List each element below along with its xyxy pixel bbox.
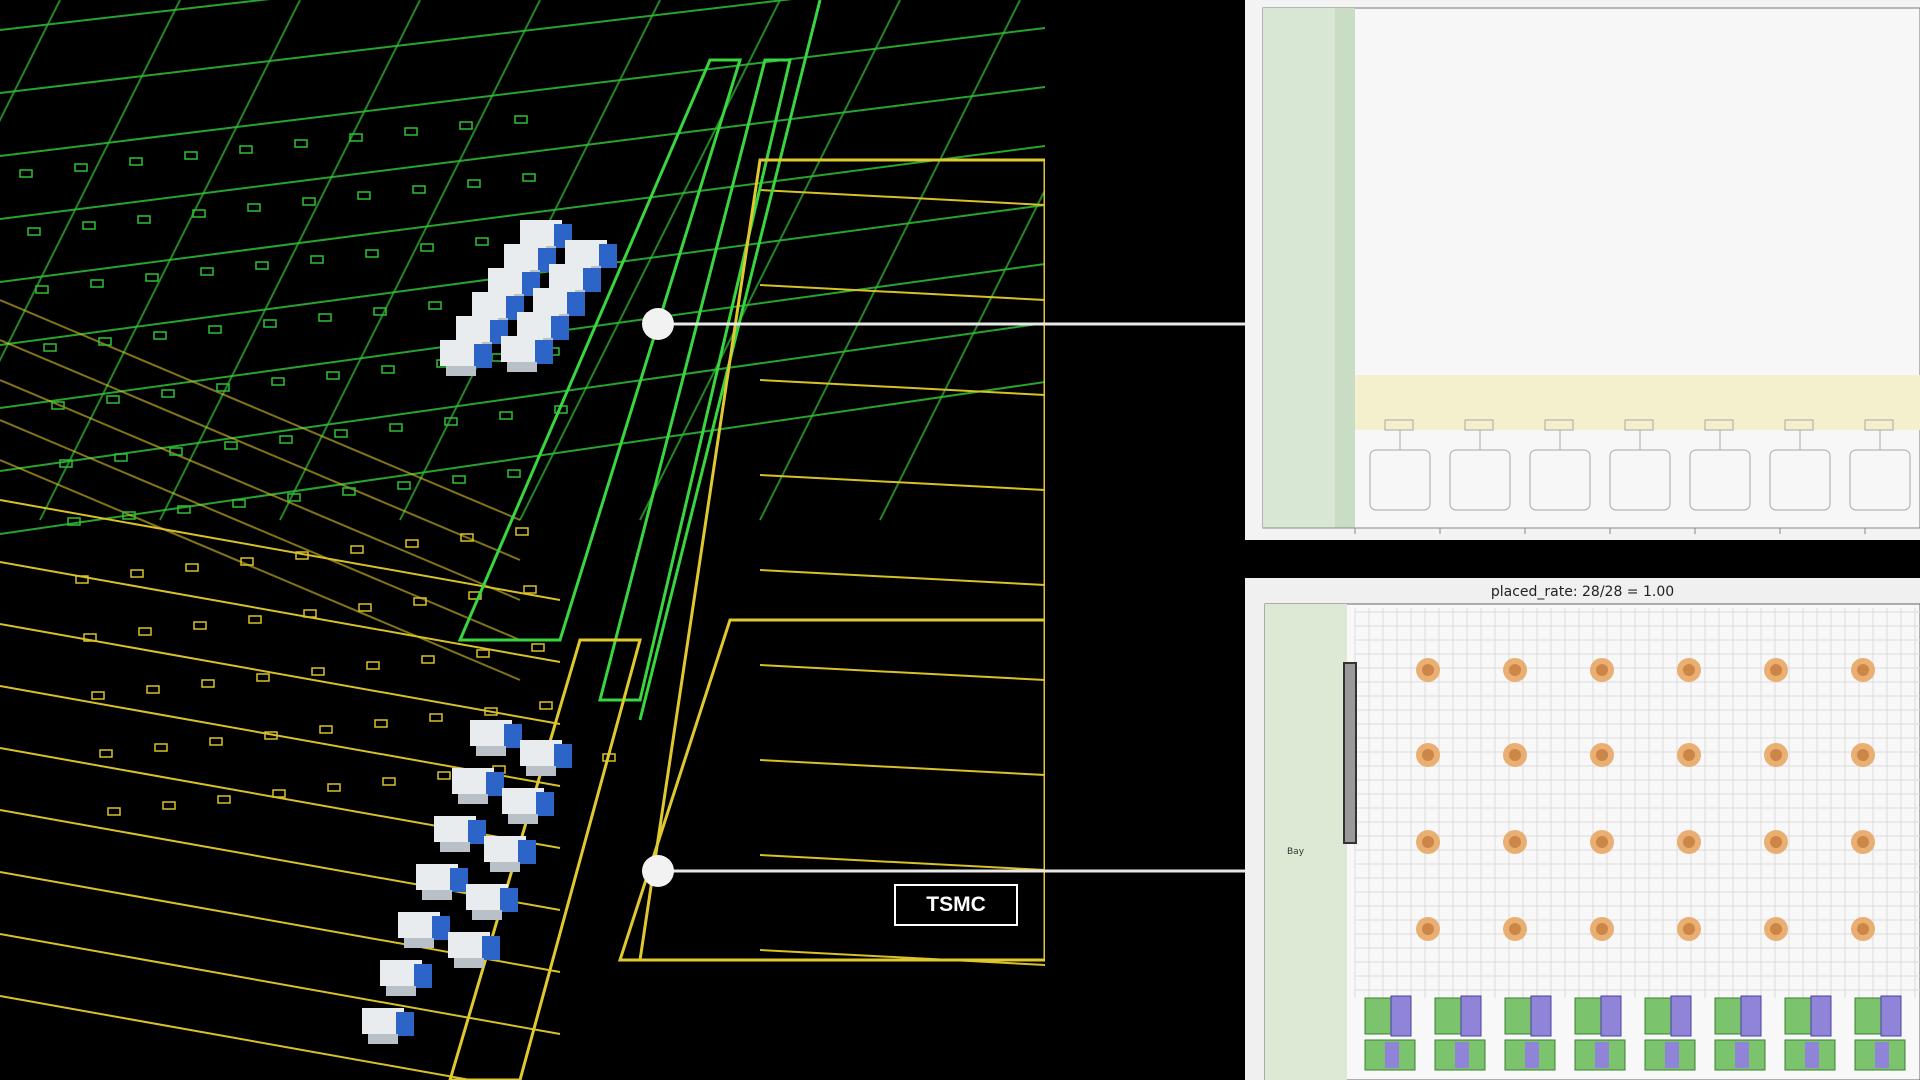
placement-rate-title: placed_rate: 28/28 = 1.00 [1490, 584, 1675, 600]
placement-plot-bottom: placed_rate: 28/28 = 1.00 Bay [1245, 578, 1920, 1080]
top-plot-canvas [1262, 7, 1920, 534]
bay-axis-label: Bay [1287, 847, 1305, 857]
placement-plot-canvas: Bay [1264, 603, 1920, 1080]
layout-plot-top [1245, 0, 1920, 540]
tsmc-callout-label: TSMC [894, 884, 1018, 926]
